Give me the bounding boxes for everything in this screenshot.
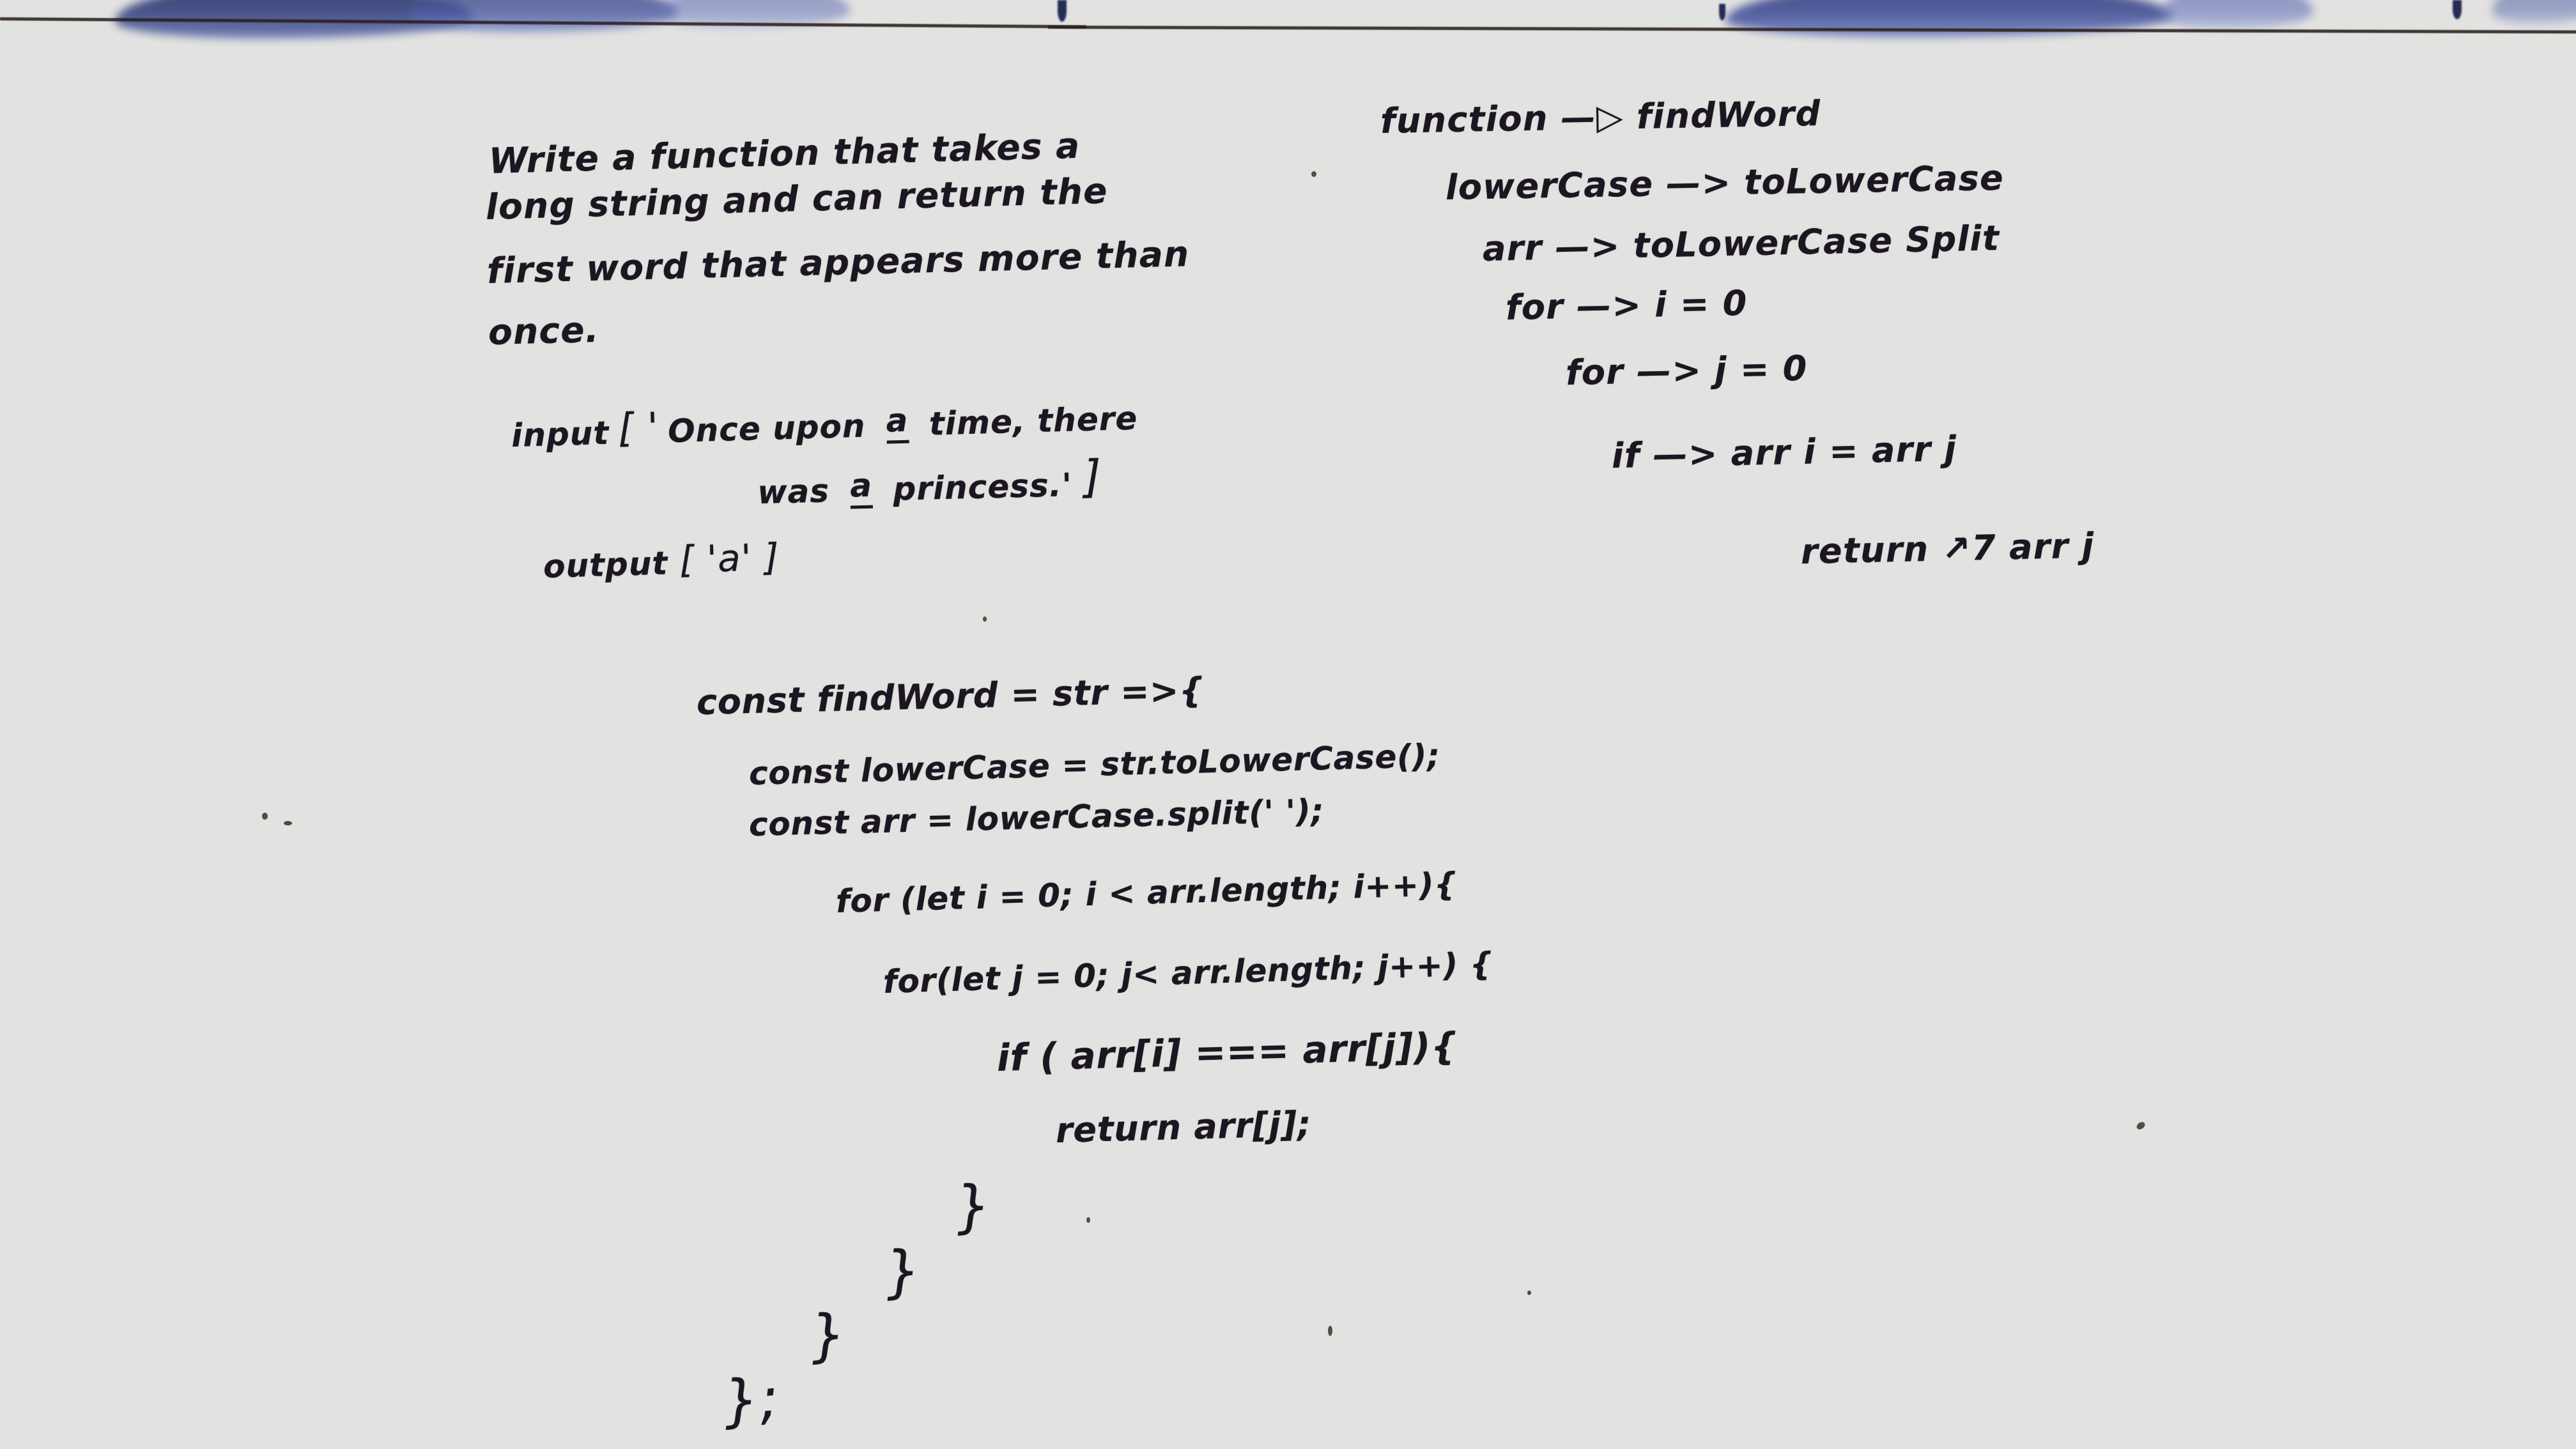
erased-marker-smudge-band — [0, 0, 2576, 38]
input-bracket-close: ] — [1083, 450, 1102, 503]
closing-brace-2: } — [883, 1237, 923, 1305]
input-bracket-open: [ ' — [617, 403, 659, 452]
pseudocode-line-6: if —> arr i = arr j — [1611, 428, 1957, 476]
ink-speck — [262, 813, 268, 820]
pseudocode-line-5: for —> j = 0 — [1565, 348, 1809, 393]
code-line-1: const findWord = str =>{ — [696, 670, 1205, 723]
closing-brace-3: } — [808, 1301, 849, 1369]
pseudocode-line-2: lowerCase —> toLowerCase — [1445, 157, 2005, 208]
pseudocode-line-4: for —> i = 0 — [1505, 282, 1748, 328]
input-text-part-3: was — [757, 471, 842, 511]
code-line-4: for (let i = 0; i < arr.length; i++){ — [835, 865, 1458, 920]
ink-speck — [1328, 1326, 1332, 1336]
input-text-part-4: princess.' — [881, 466, 1073, 509]
prompt-line-4: once. — [488, 309, 600, 353]
whiteboard-photo: Write a function that takes a long strin… — [0, 0, 2576, 1449]
code-line-7: return arr[j]; — [1055, 1103, 1313, 1151]
smudge-blob — [2492, 0, 2576, 24]
example-output-row: output [ 'a' ] — [543, 535, 780, 585]
prompt-line-3: first word that appears more than — [486, 233, 1191, 291]
code-line-2: const lowerCase = str.toLowerCase(); — [748, 737, 1441, 792]
example-input-row-2: was a princess.' ] — [757, 450, 1102, 511]
example-input-row: input [ ' Once upon a time, there — [511, 390, 1138, 454]
ink-speck — [983, 617, 987, 622]
code-line-5: for(let j = 0; j< arr.length; j++) { — [883, 945, 1494, 1000]
code-line-3: const arr = lowerCase.split(' '); — [748, 792, 1325, 843]
pseudocode-line-7: return ↗7 arr j — [1800, 525, 2095, 572]
smudge-blob — [409, 0, 677, 32]
output-label: output — [543, 544, 669, 585]
marker-drip — [1719, 4, 1725, 20]
pseudocode-line-3: arr —> toLowerCase Split — [1482, 218, 2000, 269]
board-edge-line — [0, 17, 1086, 29]
board-edge-line — [1047, 26, 2576, 34]
marker-drip — [1058, 0, 1067, 22]
pseudocode-line-1: function —▷ findWord — [1380, 93, 1821, 141]
ink-speck — [1086, 1217, 1090, 1223]
output-value: [ 'a' ] — [679, 535, 780, 582]
ink-speck — [2135, 1120, 2147, 1131]
ink-speck — [1311, 171, 1316, 177]
closing-brace-4: }; — [721, 1365, 782, 1434]
input-underlined-word-1: a — [885, 401, 909, 444]
code-line-6: if ( arr[i] === arr[j]){ — [996, 1024, 1458, 1080]
smudge-blob — [2160, 0, 2313, 29]
input-text-part-2: time, there — [916, 399, 1139, 443]
input-label: input — [511, 414, 610, 454]
ink-speck — [284, 821, 292, 825]
marker-drip — [2453, 0, 2462, 19]
input-text-part-1: Once upon — [667, 407, 878, 450]
input-underlined-word-2: a — [849, 466, 873, 509]
ink-speck — [1527, 1291, 1531, 1295]
closing-brace-1: } — [953, 1172, 994, 1240]
